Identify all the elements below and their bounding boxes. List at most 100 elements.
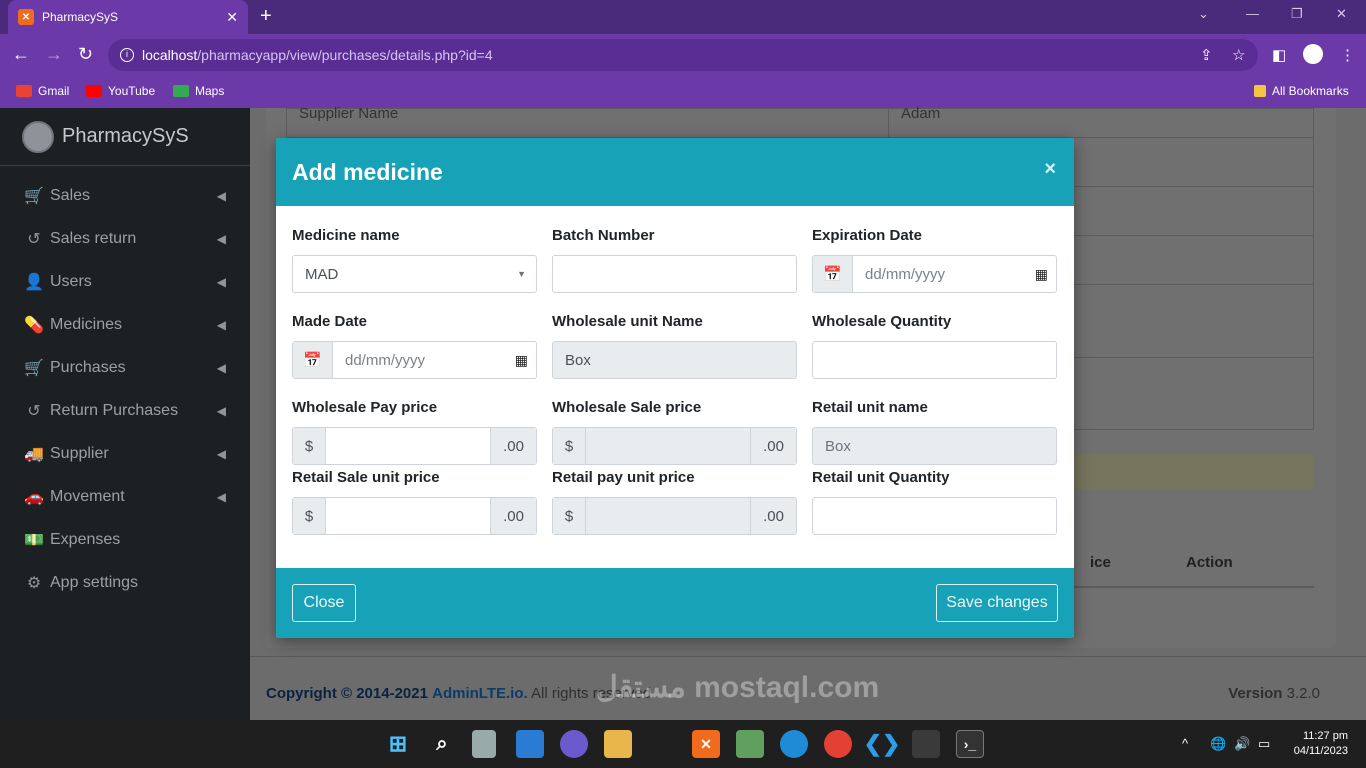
batch-number-input[interactable] [552, 255, 797, 293]
profile-avatar-icon[interactable] [1303, 44, 1323, 64]
all-bookmarks[interactable]: All Bookmarks [1254, 84, 1349, 98]
forward-arrow-icon[interactable]: → [45, 44, 63, 65]
date-picker-icon[interactable]: ▦ [515, 352, 528, 369]
chevron-left-icon: ◀ [216, 489, 226, 504]
bookmark-gmail[interactable]: Gmail [16, 84, 69, 98]
sidebar-item-return-purchases[interactable]: ↺ Return Purchases ◀ [0, 389, 250, 432]
site-info-icon[interactable]: i [120, 48, 134, 62]
wholesale-pay-price-field[interactable] [326, 428, 490, 464]
retail-sale-unit-price-input[interactable]: $ .00 [292, 497, 537, 535]
adminlte-link[interactable]: AdminLTE.io. [432, 685, 528, 702]
retail-sale-unit-price-field[interactable] [326, 498, 490, 534]
battery-icon[interactable]: ▭ [1258, 736, 1270, 752]
xampp-icon[interactable]: ✕ [692, 730, 720, 758]
wholesale-quantity-input[interactable] [812, 341, 1057, 379]
wholesale-quantity-label: Wholesale Quantity [812, 313, 952, 330]
bookmark-maps[interactable]: Maps [173, 84, 224, 98]
expiration-date-label: Expiration Date [812, 227, 923, 244]
currency-prefix: $ [553, 428, 586, 464]
wholesale-pay-price-input[interactable]: $ .00 [292, 427, 537, 465]
retail-unit-name-label: Retail unit name [812, 399, 928, 416]
calendar-icon: 📅 [813, 256, 853, 292]
add-medicine-modal: Add medicine × Medicine name MAD ▼ Batch… [276, 138, 1074, 638]
made-date-input[interactable]: 📅 dd/mm/yyyy ▦ [292, 341, 537, 379]
wholesale-unit-name-label: Wholesale unit Name [552, 313, 703, 330]
minimize-icon[interactable]: — [1246, 6, 1259, 21]
sidebar-item-movement[interactable]: 🚗 Movement ◀ [0, 475, 250, 518]
sidebar-nav: 🛒 Sales ◀ ↺ Sales return ◀ 👤 Users ◀ 💊 Medicines ◀ 🛒… [0, 166, 250, 604]
menu-kebab-icon[interactable]: ⋮ [1340, 46, 1355, 64]
file-explorer-icon[interactable] [604, 730, 632, 758]
clock-time: 11:27 pm [1302, 730, 1348, 742]
sidebar-item-users[interactable]: 👤 Users ◀ [0, 260, 250, 303]
tab-search-chevron-icon[interactable]: ⌄ [1198, 6, 1209, 22]
decimal-suffix: .00 [750, 498, 796, 534]
window-close-icon[interactable]: ✕ [1336, 6, 1347, 22]
cart-icon: 🛒 [24, 359, 44, 377]
sidebar-item-label: Users [50, 272, 92, 290]
medicine-name-select[interactable]: MAD ▼ [292, 255, 537, 293]
made-date-placeholder: dd/mm/yyyy [345, 351, 426, 369]
sidebar-item-medicines[interactable]: 💊 Medicines ◀ [0, 303, 250, 346]
task-view-icon[interactable] [472, 730, 496, 758]
widgets-icon[interactable] [516, 730, 544, 758]
version-label: Version [1228, 685, 1283, 702]
app-icon[interactable] [736, 730, 764, 758]
modal-close-icon[interactable]: × [1044, 158, 1056, 181]
decimal-suffix: .00 [750, 428, 796, 464]
sidebar-item-sales-return[interactable]: ↺ Sales return ◀ [0, 217, 250, 260]
sidebar-item-label: Supplier [50, 444, 109, 462]
address-bar[interactable]: i localhost/pharmacyapp/view/purchases/d… [108, 39, 1258, 71]
sidebar-item-label: Medicines [50, 315, 123, 333]
expiration-date-input[interactable]: 📅 dd/mm/yyyy ▦ [812, 255, 1057, 293]
side-panel-icon[interactable]: ◧ [1272, 46, 1286, 64]
wholesale-sale-price-field [586, 428, 750, 464]
decimal-suffix: .00 [490, 498, 536, 534]
bookmark-label: Gmail [38, 84, 70, 98]
date-picker-icon[interactable]: ▦ [1035, 266, 1048, 283]
share-icon[interactable]: ⇪ [1200, 46, 1213, 64]
restore-icon[interactable]: ❐ [1291, 6, 1303, 22]
back-arrow-icon[interactable]: ← [12, 44, 30, 65]
wholesale-unit-name-input: Box [552, 341, 797, 379]
undo-icon: ↺ [27, 230, 41, 248]
sidebar-item-purchases[interactable]: 🛒 Purchases ◀ [0, 346, 250, 389]
car-icon: 🚗 [24, 488, 44, 506]
volume-icon[interactable]: 🔊 [1234, 736, 1250, 752]
browser-tab[interactable]: ✕ PharmacySyS ✕ [8, 0, 248, 34]
edge-icon[interactable] [780, 730, 808, 758]
teams-chat-icon[interactable] [560, 730, 588, 758]
brand-logo-icon [22, 120, 54, 153]
save-changes-button[interactable]: Save changes [936, 584, 1058, 622]
windows-start-icon[interactable]: ⊞ [384, 730, 412, 758]
chrome-icon[interactable] [824, 730, 852, 758]
close-button[interactable]: Close [292, 584, 356, 622]
version-value: 3.2.0 [1286, 685, 1320, 702]
sidebar-item-expenses[interactable]: 💵 Expenses [0, 518, 250, 561]
xampp-favicon-icon: ✕ [18, 9, 34, 25]
truck-icon: 🚚 [24, 445, 44, 463]
bookmark-youtube[interactable]: YouTube [86, 84, 155, 98]
sidebar-item-sales[interactable]: 🛒 Sales ◀ [0, 174, 250, 217]
terminal-icon[interactable]: ›_ [956, 730, 984, 758]
search-icon[interactable]: ⌕ [428, 730, 456, 758]
chevron-left-icon: ◀ [216, 317, 226, 332]
batch-number-label: Batch Number [552, 227, 655, 244]
reload-icon[interactable]: ↻ [78, 44, 93, 65]
bookmark-star-icon[interactable]: ☆ [1232, 46, 1245, 64]
active-app-icon[interactable] [912, 730, 940, 758]
maps-icon [173, 85, 189, 97]
brand-link[interactable]: PharmacySyS [0, 108, 250, 166]
tray-chevron-icon[interactable]: ^ [1182, 736, 1188, 751]
bookmarks-bar: Gmail YouTube Maps All Bookmarks [0, 76, 1366, 108]
system-clock[interactable]: 11:27 pm 04/11/2023 [1294, 729, 1348, 759]
new-tab-button[interactable]: + [260, 5, 272, 28]
sidebar-item-app-settings[interactable]: ⚙ App settings [0, 561, 250, 604]
money-icon: 💵 [24, 531, 44, 549]
vscode-icon[interactable]: ❮❯ [864, 730, 901, 758]
sidebar-item-supplier[interactable]: 🚚 Supplier ◀ [0, 432, 250, 475]
retail-unit-quantity-input[interactable] [812, 497, 1057, 535]
language-globe-icon[interactable]: 🌐 [1210, 736, 1226, 752]
tab-close-icon[interactable]: ✕ [226, 9, 238, 26]
browser-tab-bar: ✕ PharmacySyS ✕ + ⌄ — ❐ ✕ [0, 0, 1366, 34]
